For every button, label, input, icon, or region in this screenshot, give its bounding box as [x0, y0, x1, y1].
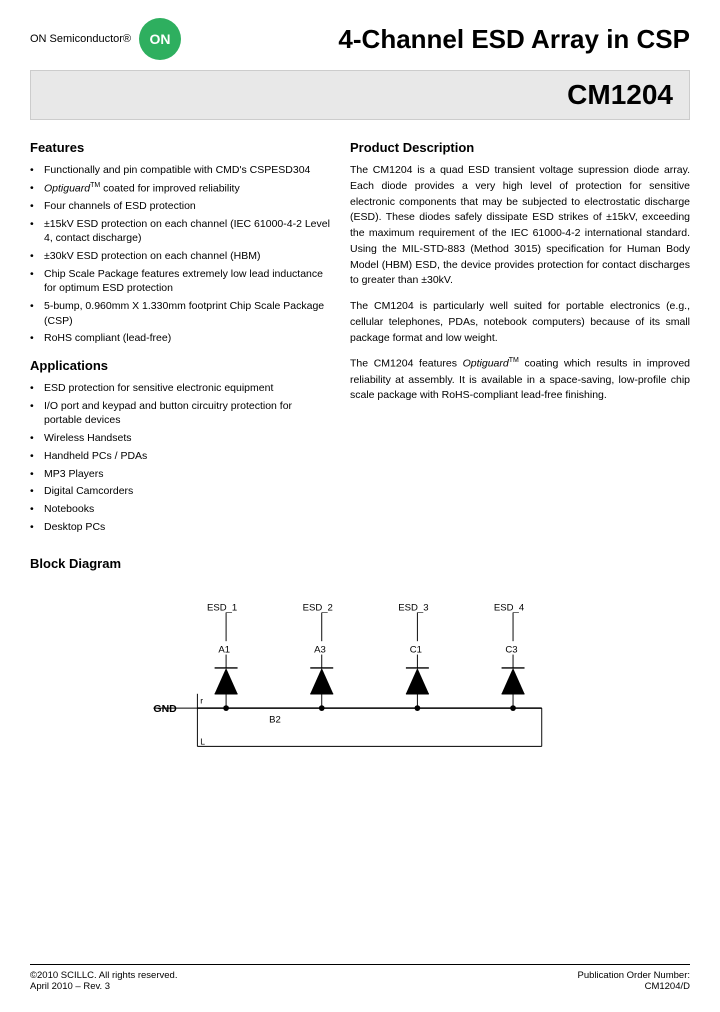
a1-label: A1 [218, 645, 230, 656]
block-diagram-container: ESD_1 ESD_2 ESD_3 ESD_4 A1 A3 C1 C3 [30, 579, 690, 799]
gnd-label: GND [153, 703, 177, 715]
header: ON Semiconductor® ON 4-Channel ESD Array… [0, 0, 720, 70]
footer-date: April 2010 – Rev. 3 [30, 981, 177, 992]
list-item: Desktop PCs [30, 520, 330, 535]
diode2-symbol [310, 668, 333, 694]
diode3-symbol [406, 668, 429, 694]
applications-title: Applications [30, 358, 330, 373]
junction2 [319, 706, 325, 712]
product-desc-p2: The CM1204 is particularly well suited f… [350, 299, 690, 346]
applications-list: ESD protection for sensitive electronic … [30, 381, 330, 534]
part-number-band: CM1204 [30, 70, 690, 120]
list-item: Wireless Handsets [30, 431, 330, 446]
product-desc-p1: The CM1204 is a quad ESD transient volta… [350, 163, 690, 289]
list-item: ESD protection for sensitive electronic … [30, 381, 330, 396]
c3-label: C3 [505, 645, 517, 656]
product-desc-p3: The CM1204 features OptiguardTM coating … [350, 356, 690, 404]
list-item: MP3 Players [30, 467, 330, 482]
list-item: Chip Scale Package features extremely lo… [30, 267, 330, 296]
list-item: Notebooks [30, 502, 330, 517]
esd1-label: ESD_1 [207, 603, 237, 614]
features-title: Features [30, 140, 330, 155]
b2-label: B2 [269, 715, 281, 726]
list-item: Digital Camcorders [30, 484, 330, 499]
footer: ©2010 SCILLC. All rights reserved. April… [30, 964, 690, 992]
list-item: Four channels of ESD protection [30, 199, 330, 214]
a3-label: A3 [314, 645, 326, 656]
junction3 [415, 706, 421, 712]
block-diagram-title: Block Diagram [30, 556, 690, 571]
pub-number: CM1204/D [578, 981, 690, 992]
left-column: Features Functionally and pin compatible… [30, 140, 330, 546]
product-desc-title: Product Description [350, 140, 690, 155]
list-item: OptiguardTM coated for improved reliabil… [30, 181, 330, 196]
esd2-label: ESD_2 [303, 603, 333, 614]
features-list: Functionally and pin compatible with CMD… [30, 163, 330, 346]
footer-left: ©2010 SCILLC. All rights reserved. April… [30, 970, 177, 992]
junction4 [510, 706, 516, 712]
list-item: RoHS compliant (lead-free) [30, 331, 330, 346]
right-column: Product Description The CM1204 is a quad… [350, 140, 690, 546]
page: ON Semiconductor® ON 4-Channel ESD Array… [0, 0, 720, 1012]
esd3-label: ESD_3 [398, 603, 428, 614]
on-logo: ON [139, 18, 181, 60]
page-title: 4-Channel ESD Array in CSP [338, 24, 690, 55]
r-label: r [200, 696, 203, 706]
part-number: CM1204 [567, 79, 673, 110]
block-diagram-svg: ESD_1 ESD_2 ESD_3 ESD_4 A1 A3 C1 C3 [140, 589, 580, 789]
diode4-symbol [502, 668, 525, 694]
junction1 [223, 706, 229, 712]
main-content: Features Functionally and pin compatible… [0, 120, 720, 556]
list-item: ±15kV ESD protection on each channel (IE… [30, 217, 330, 246]
list-item: ±30kV ESD protection on each channel (HB… [30, 249, 330, 264]
block-diagram-section: Block Diagram ESD_1 ESD_2 ESD_3 ESD_4 A1 [0, 556, 720, 809]
esd4-label: ESD_4 [494, 603, 525, 614]
list-item: Functionally and pin compatible with CMD… [30, 163, 330, 178]
company-name: ON Semiconductor® [30, 33, 131, 45]
diode1-symbol [215, 668, 238, 694]
copyright: ©2010 SCILLC. All rights reserved. [30, 970, 177, 981]
l-label: L [200, 737, 205, 747]
list-item: I/O port and keypad and button circuitry… [30, 399, 330, 428]
footer-right: Publication Order Number: CM1204/D [578, 970, 690, 992]
c1-label: C1 [410, 645, 422, 656]
pub-label: Publication Order Number: [578, 970, 690, 981]
logo-area: ON Semiconductor® ON [30, 18, 181, 60]
list-item: Handheld PCs / PDAs [30, 449, 330, 464]
list-item: 5-bump, 0.960mm X 1.330mm footprint Chip… [30, 299, 330, 328]
